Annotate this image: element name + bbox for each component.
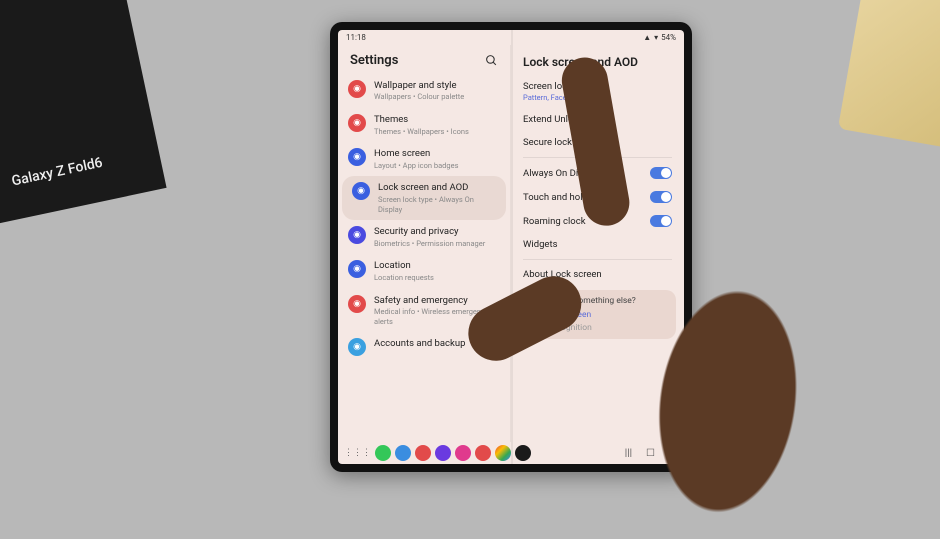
taskbar: ⋮⋮⋮ ||| ☐ ‹ (338, 442, 684, 464)
settings-row-icon: ◉ (348, 295, 366, 313)
detail-row-title: Extend Unlock (523, 114, 672, 125)
settings-row-subtitle: Screen lock type • Always On Display (378, 195, 496, 215)
settings-row-subtitle: Themes • Wallpapers • Icons (374, 127, 469, 137)
settings-row-icon: ◉ (348, 338, 366, 356)
dock-app-icon[interactable] (395, 445, 411, 461)
settings-row-icon: ◉ (348, 260, 366, 278)
separator (523, 157, 672, 158)
settings-row-icon: ◉ (348, 148, 366, 166)
settings-row-title: Security and privacy (374, 226, 485, 237)
wood-block-prop (838, 0, 940, 149)
dock-apps: ⋮⋮⋮ (344, 445, 531, 461)
settings-row-subtitle: Wallpapers • Colour palette (374, 92, 464, 102)
separator (523, 259, 672, 260)
status-bar: 11:18 ▲ ▾ 54% (338, 30, 684, 45)
dock-app-icon[interactable] (375, 445, 391, 461)
settings-row[interactable]: ◉ Security and privacy Biometrics • Permis… (338, 220, 510, 254)
dock-app-icon[interactable] (455, 445, 471, 461)
detail-row[interactable]: Roaming clock (511, 209, 684, 233)
detail-title: Lock screen and AOD (523, 55, 672, 69)
wifi-icon: ▾ (654, 33, 658, 42)
page-title: Settings (350, 53, 398, 68)
footer-question: Looking for something else? (529, 296, 666, 306)
dock-app-icon[interactable] (475, 445, 491, 461)
detail-row-subtitle: Pattern, Face, Fingerprints (523, 93, 672, 102)
settings-master-pane: Settings ◉ Wallpaper and styleWallpapers … (338, 45, 511, 442)
search-icon[interactable] (485, 54, 498, 67)
footer-link[interactable]: Edit Lock screen (529, 310, 666, 320)
box-logo-text: Galaxy Z Fold6 (10, 155, 104, 190)
detail-row[interactable]: Secure lock settings (511, 131, 684, 154)
app-drawer-icon[interactable]: ⋮⋮⋮ (344, 448, 371, 458)
dock-app-icon[interactable] (435, 445, 451, 461)
battery-text: 54% (661, 33, 676, 42)
nav-home-button[interactable]: ☐ (646, 448, 655, 459)
settings-row-icon: ◉ (352, 182, 370, 200)
nav-recent-button[interactable]: ||| (625, 448, 632, 459)
settings-row-icon: ◉ (348, 80, 366, 98)
toggle-switch[interactable] (650, 191, 672, 203)
settings-row-title: Home screen (374, 148, 458, 159)
clock-text: 11:18 (346, 33, 366, 42)
settings-row-subtitle: Biometrics • Permission manager (374, 239, 485, 249)
detail-row[interactable]: Widgets (511, 233, 684, 256)
detail-row-title: Widgets (523, 239, 672, 250)
detail-row-title: Roaming clock (523, 216, 586, 227)
settings-row-title: Themes (374, 114, 469, 125)
settings-row-title: Lock screen and AOD (378, 182, 496, 193)
detail-row-title: Screen lock type (523, 81, 672, 92)
galaxy-box-prop: Galaxy Z Fold6 (0, 0, 167, 229)
settings-row-title: Safety and emergency (374, 295, 500, 306)
settings-list: ◉ Wallpaper and styleWallpapers • Colour … (338, 74, 510, 442)
detail-row[interactable]: Screen lock typePattern, Face, Fingerpri… (511, 75, 684, 108)
settings-row[interactable]: ◉ Lock screen and AOD Screen lock type • A… (342, 176, 506, 220)
settings-row[interactable]: ◉ Accounts and backup (338, 332, 510, 362)
device-screen: 11:18 ▲ ▾ 54% Settings ◉ Wallpaper and st… (338, 30, 684, 464)
settings-row-title: Accounts and backup (374, 338, 465, 349)
toggle-switch[interactable] (650, 215, 672, 227)
detail-row-title: About Lock screen (523, 269, 672, 280)
related-links-card: Looking for something else? Edit Lock scr… (519, 290, 676, 339)
settings-row-icon: ◉ (348, 226, 366, 244)
settings-row-subtitle: Location requests (374, 273, 434, 283)
detail-row[interactable]: Extend Unlock (511, 108, 684, 131)
signal-icon: ▲ (643, 33, 651, 42)
settings-row[interactable]: ◉ Wallpaper and styleWallpapers • Colour … (338, 74, 510, 108)
settings-row-subtitle: Layout • App icon badges (374, 161, 458, 171)
settings-row[interactable]: ◉ Location Location requests (338, 254, 510, 288)
nav-back-button[interactable]: ‹ (669, 448, 672, 459)
settings-detail-pane: Lock screen and AOD Screen lock typePatt… (511, 45, 684, 442)
detail-list: Screen lock typePattern, Face, Fingerpri… (511, 75, 684, 442)
detail-row-title: Secure lock settings (523, 137, 672, 148)
settings-row[interactable]: ◉ Themes Themes • Wallpapers • Icons (338, 108, 510, 142)
settings-row-title: Location (374, 260, 434, 271)
detail-row-title: Always On Display (523, 168, 600, 179)
settings-row-subtitle: Medical info • Wireless emergency alerts (374, 307, 500, 327)
detail-row-title: Touch and hold to edit (523, 192, 617, 203)
footer-link[interactable]: Face recognition (529, 323, 666, 333)
settings-row-icon: ◉ (348, 114, 366, 132)
settings-row-title: Wallpaper and style (374, 80, 464, 91)
toggle-switch[interactable] (650, 167, 672, 179)
detail-row[interactable]: Touch and hold to edit (511, 185, 684, 209)
detail-row[interactable]: About Lock screen (511, 263, 684, 286)
dock-app-icon[interactable] (515, 445, 531, 461)
detail-row[interactable]: Always On Display (511, 161, 684, 185)
dock-app-icon[interactable] (495, 445, 511, 461)
settings-row[interactable]: ◉ Home screen Layout • App icon badges (338, 142, 510, 176)
dock-app-icon[interactable] (415, 445, 431, 461)
foldable-device: 11:18 ▲ ▾ 54% Settings ◉ Wallpaper and st… (330, 22, 692, 472)
settings-row[interactable]: ◉ Safety and emergencyMedical info • Wire… (338, 289, 510, 333)
